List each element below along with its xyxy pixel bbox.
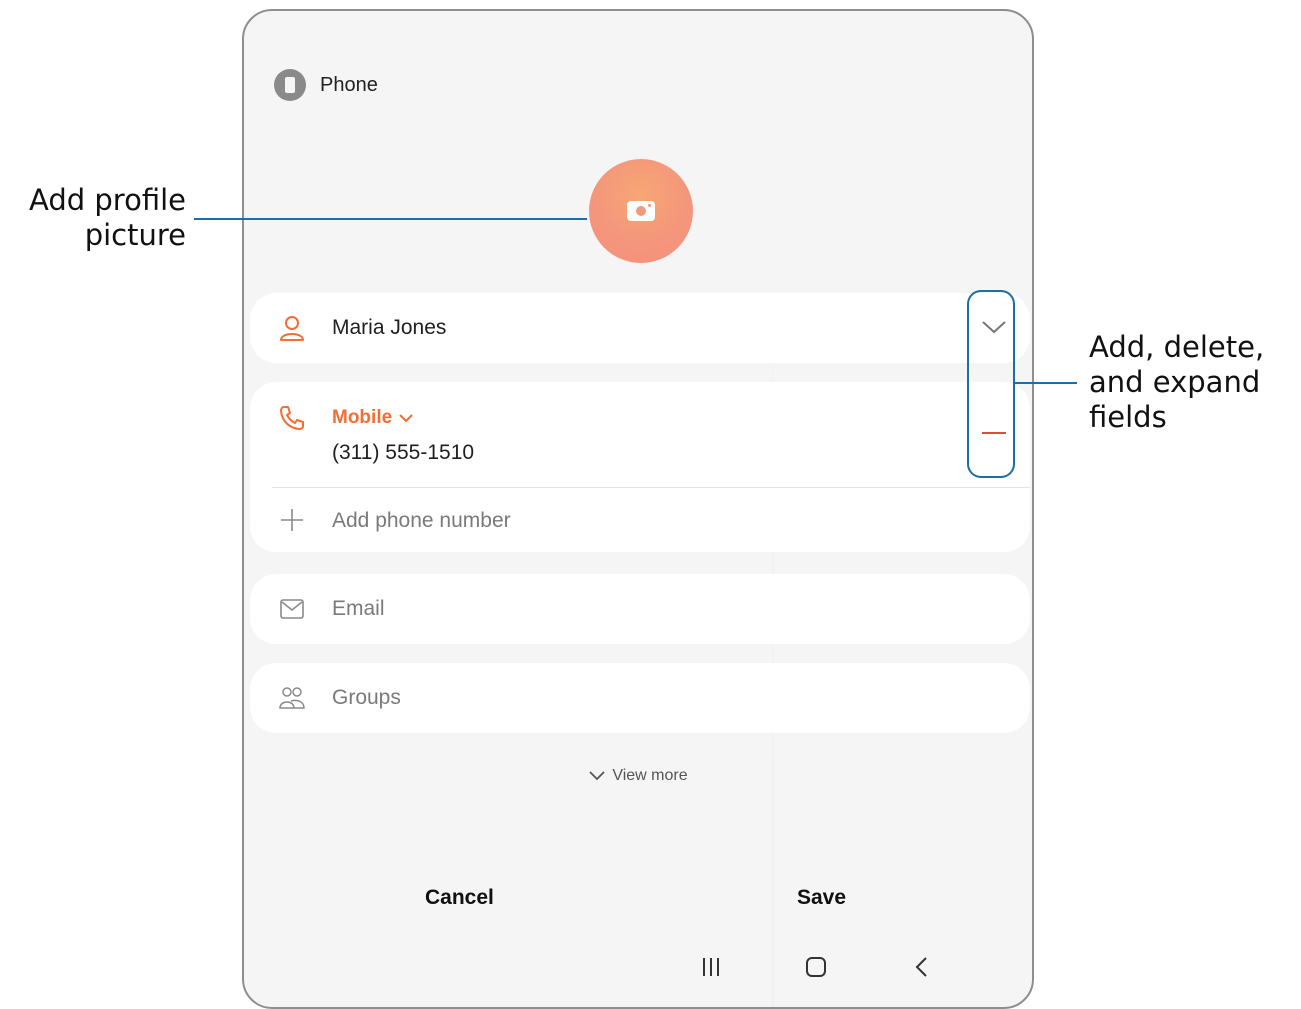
mail-icon (280, 599, 304, 619)
callout-line: and expand (1089, 365, 1261, 399)
phone-account-icon (274, 69, 306, 101)
view-more-label: View more (612, 767, 688, 784)
fields-bracket (967, 290, 1015, 478)
phone-type-selector[interactable]: Mobile (332, 407, 414, 429)
profile-callout-line (194, 218, 587, 220)
callout-line: Add profile (29, 183, 186, 217)
groups-row[interactable]: Groups (250, 663, 1030, 733)
name-card: Maria Jones (250, 293, 1030, 363)
phone-number-input[interactable]: (311) 555-1510 (332, 441, 474, 465)
email-row[interactable]: Email (250, 574, 1030, 644)
person-icon (280, 316, 304, 341)
phone-row[interactable]: Mobile (311) 555-1510 (250, 382, 1030, 487)
name-input[interactable]: Maria Jones (332, 316, 446, 340)
account-label: Phone (320, 73, 378, 96)
device-frame: Phone Maria Jones Mobile (311) 555-1510 … (242, 9, 1034, 1009)
view-more-button[interactable]: View more (244, 767, 1032, 785)
save-button[interactable]: Save (797, 886, 846, 910)
name-row[interactable]: Maria Jones (250, 293, 1030, 363)
phone-type-label: Mobile (332, 407, 393, 428)
home-icon[interactable] (805, 956, 827, 978)
cancel-button[interactable]: Cancel (425, 886, 494, 910)
add-profile-picture-button[interactable] (589, 159, 693, 263)
fields-callout-line (1015, 382, 1077, 384)
fields-callout: Add, delete, and expand fields (1089, 330, 1264, 435)
groups-input[interactable]: Groups (332, 686, 401, 710)
camera-icon (627, 201, 655, 221)
chevron-down-icon (399, 414, 413, 423)
add-phone-row[interactable]: Add phone number (250, 488, 1030, 552)
email-input[interactable]: Email (332, 597, 385, 621)
back-icon[interactable] (913, 956, 929, 978)
groups-card: Groups (250, 663, 1030, 733)
phone-card: Mobile (311) 555-1510 Add phone number (250, 382, 1030, 552)
groups-icon (279, 687, 305, 709)
plus-icon (281, 509, 303, 531)
callout-line: Add, delete, (1089, 330, 1265, 364)
account-selector[interactable]: Phone (274, 69, 378, 101)
email-card: Email (250, 574, 1030, 644)
recent-apps-icon[interactable] (701, 957, 721, 977)
callout-line: picture (84, 218, 186, 252)
add-phone-label: Add phone number (332, 509, 511, 532)
profile-callout: Add profile picture (29, 183, 186, 253)
callout-line: fields (1089, 400, 1167, 434)
phone-icon (280, 406, 304, 430)
chevron-down-icon (589, 771, 605, 781)
